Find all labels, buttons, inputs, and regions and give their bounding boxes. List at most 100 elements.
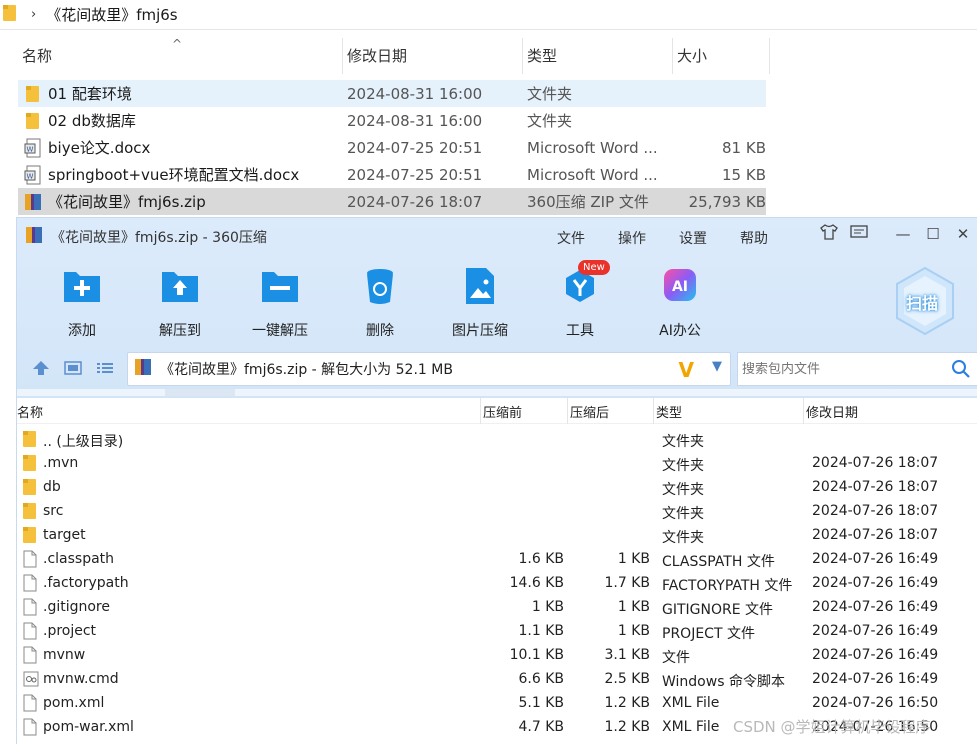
archive-window: 《花间故里》fmj6s.zip - 360压缩 文件 操作 设置 帮助 — ☐ … [16,217,977,744]
entry-size-after: 1.7 KB [604,575,651,591]
archive-row[interactable]: .classpath 1.6 KB 1 KB CLASSPATH 文件 2024-07-… [17,548,977,572]
archive-row[interactable]: target 文件夹 2024-07-26 18:07 [17,524,977,548]
delete-button[interactable]: 删除 [335,266,425,340]
menu-operate[interactable]: 操作 [618,228,646,248]
file-row-selected[interactable]: 《花间故里》fmj6s.zip 2024-07-26 18:07 360压缩 Z… [18,188,766,215]
file-row[interactable]: Wbiye论文.docx 2024-07-25 20:51 Microsoft … [18,134,766,161]
entry-type: 文件夹 [662,458,704,474]
archive-row[interactable]: mvnw.cmd 6.6 KB 2.5 KB Windows 命令脚本 2024-07-… [17,668,977,692]
entry-type: 文件夹 [662,506,704,522]
chevron-right-icon[interactable]: › [31,7,36,22]
entry-name: .mvn [43,455,79,471]
column-type[interactable]: 类型 [656,402,682,421]
column-name[interactable]: ^ 名称 [18,37,343,74]
entry-size-after: 1 KB [617,599,650,615]
ai-icon-text: AI [672,279,688,295]
entry-date: 2024-07-26 16:49 [812,647,939,663]
search-input[interactable] [742,361,942,377]
archive-row[interactable]: src 文件夹 2024-07-26 18:07 [17,500,977,524]
entry-name: .factorypath [43,575,129,591]
one-click-extract-button[interactable]: 一键解压 [235,266,325,340]
tools-button[interactable]: New 工具 [535,260,625,340]
address-bar[interactable]: › 《花间故里》fmj6s [0,0,977,30]
file-icon [23,718,39,738]
column-type[interactable]: 类型 [523,38,673,74]
entry-type: 文件夹 [662,530,704,546]
scan-button[interactable]: 扫描 [893,266,957,336]
one-click-extract-icon [258,266,302,306]
file-date: 2024-07-26 18:07 [347,192,483,211]
maximize-icon[interactable]: ☐ [918,225,948,243]
close-icon[interactable]: ✕ [948,225,977,243]
file-name: 《花间故里》fmj6s.zip [48,193,206,211]
column-date[interactable]: 修改日期 [343,38,523,74]
minimize-icon[interactable]: — [888,225,918,243]
column-divider[interactable] [653,398,654,424]
folder-icon [23,502,39,522]
entry-size-before: 4.7 KB [518,719,565,735]
column-size[interactable]: 大小 [673,38,770,74]
file-date: 2024-08-31 16:00 [347,84,483,103]
entry-date: 2024-07-26 16:50 [812,695,939,711]
v-logo-icon[interactable]: V [679,358,694,382]
entry-size-after: 1.2 KB [604,719,651,735]
column-divider[interactable] [480,398,481,424]
menu-file[interactable]: 文件 [557,228,585,248]
archive-row[interactable]: db 文件夹 2024-07-26 18:07 [17,476,977,500]
entry-type: 文件夹 [662,482,704,498]
up-arrow-icon[interactable] [25,360,57,376]
menu-settings[interactable]: 设置 [679,228,707,248]
archive-row[interactable]: mvnw 10.1 KB 3.1 KB 文件 2024-07-26 16:49 [17,644,977,668]
file-name: 02 db数据库 [48,112,136,130]
thumbnail-view-icon[interactable] [57,360,89,376]
column-name[interactable]: 名称 [17,402,43,421]
toolbar: 添加 解压到 一键解压 删除 图片压缩 New 工具 AI AI办公 [17,260,977,344]
chevron-down-icon[interactable]: ▼ [712,359,722,374]
explorer-column-header: ^ 名称 修改日期 类型 大小 [18,37,770,74]
file-row[interactable]: 01 配套环境 2024-08-31 16:00 文件夹 [18,80,766,107]
column-divider[interactable] [803,398,804,424]
tools-icon: New [558,260,610,306]
column-after[interactable]: 压缩后 [570,402,609,421]
entry-date: 2024-07-26 16:49 [812,671,939,687]
ai-office-button[interactable]: AI AI办公 [635,266,725,340]
scrollbar-thumb[interactable] [165,389,235,396]
entry-size-after: 2.5 KB [604,671,651,687]
column-date[interactable]: 修改日期 [806,402,858,421]
zip-archive-icon [134,358,152,380]
entry-size-before: 6.6 KB [518,671,565,687]
search-icon[interactable] [951,359,971,383]
ai-office-label: AI办公 [659,323,701,339]
menu-help[interactable]: 帮助 [740,228,768,248]
message-icon[interactable] [844,224,874,244]
archive-path-box[interactable]: 《花间故里》fmj6s.zip - 解包大小为 52.1 MB V ▼ [127,352,731,386]
watermark: CSDN @学姐计算机毕设程序 [733,718,931,736]
entry-type: 文件 [662,650,690,666]
file-row[interactable]: 02 db数据库 2024-08-31 16:00 文件夹 [18,107,766,134]
image-compress-button[interactable]: 图片压缩 [435,266,525,340]
entry-date: 2024-07-26 18:07 [812,455,939,471]
file-icon [23,574,39,594]
window-title: 《花间故里》fmj6s.zip - 360压缩 [51,230,267,246]
column-divider[interactable] [567,398,568,424]
entry-size-after: 3.1 KB [604,647,651,663]
entry-date: 2024-07-26 18:07 [812,479,939,495]
file-row[interactable]: Wspringboot+vue环境配置文档.docx 2024-07-25 20… [18,161,766,188]
extract-to-button[interactable]: 解压到 [135,266,225,340]
archive-row[interactable]: pom.xml 5.1 KB 1.2 KB XML File 2024-07-26 16… [17,692,977,716]
file-icon [23,694,39,714]
column-before[interactable]: 压缩前 [483,402,522,421]
tools-label: 工具 [566,323,594,339]
list-view-icon[interactable] [89,360,121,376]
column-name-label: 名称 [22,47,53,65]
skin-shirt-icon[interactable] [814,224,844,244]
archive-row[interactable]: .mvn 文件夹 2024-07-26 18:07 [17,452,977,476]
horizontal-scrollbar[interactable] [17,389,977,396]
archive-column-header: 名称 压缩前 压缩后 类型 修改日期 [17,398,977,424]
breadcrumb[interactable]: 《花间故里》fmj6s [46,4,177,25]
archive-row[interactable]: .project 1.1 KB 1 KB PROJECT 文件 2024-07-26 1… [17,620,977,644]
archive-row[interactable]: .factorypath 14.6 KB 1.7 KB FACTORYPATH 文件 2… [17,572,977,596]
add-button[interactable]: 添加 [37,266,127,340]
archive-row[interactable]: .. (上级目录) 文件夹 [17,428,977,452]
archive-row[interactable]: .gitignore 1 KB 1 KB GITIGNORE 文件 2024-07-26… [17,596,977,620]
